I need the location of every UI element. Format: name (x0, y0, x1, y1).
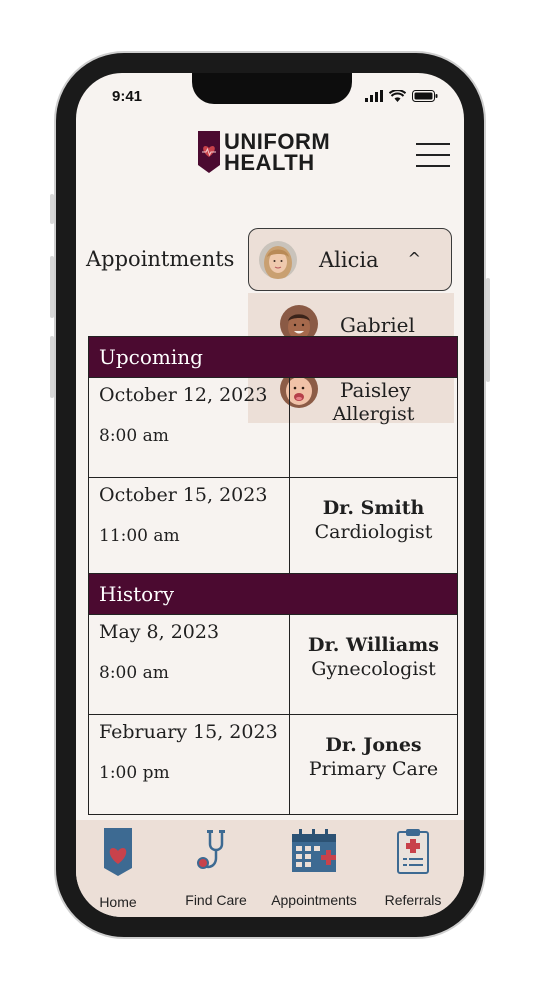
signal-icon (365, 90, 383, 102)
tab-label: Find Care (185, 892, 247, 908)
doctor-specialty: Allergist (332, 403, 415, 425)
wifi-icon (389, 90, 406, 102)
selected-profile-name: Alicia (319, 248, 379, 272)
stethoscope-icon (197, 830, 225, 869)
doctor-name: Dr. Jones (325, 734, 422, 756)
appointment-date: October 12, 2023 (99, 384, 268, 406)
home-heart-icon (104, 828, 132, 876)
notch (192, 73, 352, 104)
doctor-specialty: Gynecologist (311, 658, 436, 680)
doctor-specialty: Primary Care (308, 758, 439, 780)
date-cell: October 15, 2023 11:00 am (88, 477, 290, 578)
avatar-alicia (259, 241, 297, 279)
date-cell: February 15, 2023 1:00 pm (88, 714, 290, 815)
appointment-date: February 15, 2023 (99, 721, 278, 743)
table-row[interactable]: October 15, 2023 11:00 am Dr. Smith Cardio… (88, 477, 458, 578)
bottom-tab-bar: Home Find Care Appointments Referrals (76, 820, 464, 917)
side-button (50, 256, 54, 318)
tab-find-care[interactable]: Find Care (174, 820, 258, 917)
appointment-date: October 15, 2023 (99, 484, 268, 506)
doctor-specialty: Cardiologist (314, 521, 433, 543)
upcoming-header: Upcoming (88, 336, 458, 378)
date-cell: May 8, 2023 8:00 am (88, 614, 290, 715)
appointment-time: 1:00 pm (99, 763, 170, 783)
upcoming-table: Upcoming October 12, 2023 8:00 am Allergi… (88, 336, 458, 578)
page-title: Appointments (86, 247, 235, 271)
status-time: 9:41 (112, 88, 143, 105)
appointment-date: May 8, 2023 (99, 621, 220, 643)
table-row[interactable]: February 15, 2023 1:00 pm Dr. Jones Primar… (88, 714, 458, 815)
profile-option-label: Gabriel (340, 313, 415, 337)
side-button (50, 336, 54, 398)
side-button (486, 278, 490, 382)
hamburger-menu-icon[interactable] (416, 143, 450, 169)
tab-referrals[interactable]: Referrals (372, 820, 454, 917)
tab-home[interactable]: Home (76, 820, 160, 917)
clipboard-icon (397, 829, 429, 874)
tab-label: Appointments (271, 892, 357, 908)
app-screen: 9:41 UNIFORM HEALTH Appointments Alicia … (76, 73, 464, 917)
tab-appointments[interactable]: Appointments (264, 820, 364, 917)
logo-wordmark: UNIFORM HEALTH (224, 129, 331, 175)
appointment-time: 8:00 am (99, 426, 169, 446)
calendar-icon (292, 829, 336, 872)
doctor-cell: Dr. Williams Gynecologist (289, 614, 458, 715)
battery-icon (412, 90, 438, 102)
appointment-time: 11:00 am (99, 526, 180, 546)
logo-shield-icon (198, 131, 220, 173)
history-table: History May 8, 2023 8:00 am Dr. Williams G… (88, 573, 458, 815)
appointment-time: 8:00 am (99, 663, 169, 683)
side-button (50, 194, 54, 224)
tab-label: Referrals (384, 892, 442, 908)
status-icons (365, 90, 438, 102)
logo-line-1: UNIFORM (224, 129, 331, 154)
tab-label: Home (99, 894, 137, 910)
doctor-cell: Allergist (289, 377, 458, 478)
profile-selector[interactable]: Alicia ^ (248, 228, 452, 291)
doctor-cell: Dr. Smith Cardiologist (289, 477, 458, 578)
brand-logo[interactable]: UNIFORM HEALTH (198, 129, 331, 175)
chevron-up-icon: ^ (407, 249, 421, 268)
doctor-name: Dr. Smith (322, 497, 425, 519)
table-row[interactable]: May 8, 2023 8:00 am Dr. Williams Gynecolog… (88, 614, 458, 715)
doctor-cell: Dr. Jones Primary Care (289, 714, 458, 815)
logo-line-2: HEALTH (224, 150, 315, 175)
table-row[interactable]: October 12, 2023 8:00 am Allergist (88, 377, 458, 478)
date-cell: October 12, 2023 8:00 am (88, 377, 290, 478)
history-header: History (88, 573, 458, 615)
doctor-name: Dr. Williams (308, 634, 439, 656)
